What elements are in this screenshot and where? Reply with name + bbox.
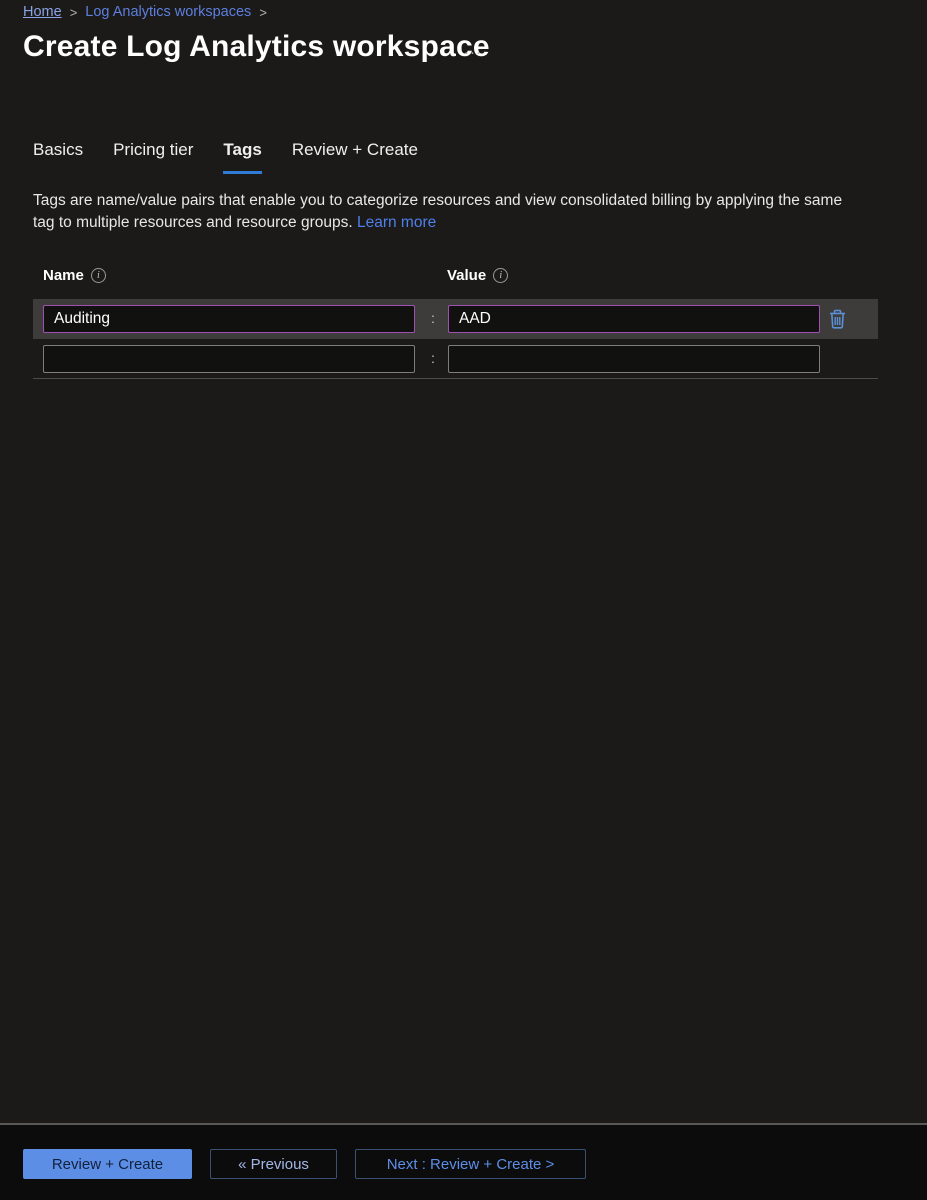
info-icon[interactable]: i xyxy=(91,268,106,283)
pair-separator: : xyxy=(426,305,440,333)
breadcrumb-section-link[interactable]: Log Analytics workspaces xyxy=(85,4,251,20)
tab-review-create[interactable]: Review + Create xyxy=(292,140,418,174)
tab-bar: Basics Pricing tier Tags Review + Create xyxy=(33,140,448,174)
name-header-label: Name xyxy=(43,267,84,284)
trash-icon xyxy=(827,308,848,330)
value-column-header: Value i xyxy=(447,267,508,284)
breadcrumb-separator: > xyxy=(70,5,78,20)
tag-row: : xyxy=(33,339,878,379)
review-create-button[interactable]: Review + Create xyxy=(23,1149,192,1179)
tab-basics[interactable]: Basics xyxy=(33,140,83,174)
breadcrumb: Home > Log Analytics workspaces > xyxy=(23,4,267,20)
tag-row: : xyxy=(33,299,878,339)
previous-button[interactable]: « Previous xyxy=(210,1149,337,1179)
breadcrumb-home-link[interactable]: Home xyxy=(23,4,62,20)
tag-name-input-empty[interactable] xyxy=(43,345,415,373)
tab-tags[interactable]: Tags xyxy=(223,140,261,174)
tags-description-text: Tags are name/value pairs that enable yo… xyxy=(33,192,842,231)
table-bottom-divider xyxy=(33,378,878,379)
more-menu-ellipsis-icon[interactable]: ··· xyxy=(464,44,482,62)
footer-action-bar: Review + Create « Previous Next : Review… xyxy=(0,1125,927,1200)
learn-more-link[interactable]: Learn more xyxy=(357,214,436,231)
info-icon[interactable]: i xyxy=(493,268,508,283)
next-review-create-button[interactable]: Next : Review + Create > xyxy=(355,1149,586,1179)
breadcrumb-separator: > xyxy=(259,5,267,20)
tag-value-input[interactable] xyxy=(448,305,820,333)
name-column-header: Name i xyxy=(43,267,106,284)
pair-separator: : xyxy=(426,345,440,373)
page-title: Create Log Analytics workspace xyxy=(23,30,490,64)
tab-pricing-tier[interactable]: Pricing tier xyxy=(113,140,193,174)
tag-name-input[interactable] xyxy=(43,305,415,333)
delete-tag-button[interactable] xyxy=(824,306,850,332)
tags-description: Tags are name/value pairs that enable yo… xyxy=(33,190,867,233)
value-header-label: Value xyxy=(447,267,486,284)
tag-value-input-empty[interactable] xyxy=(448,345,820,373)
